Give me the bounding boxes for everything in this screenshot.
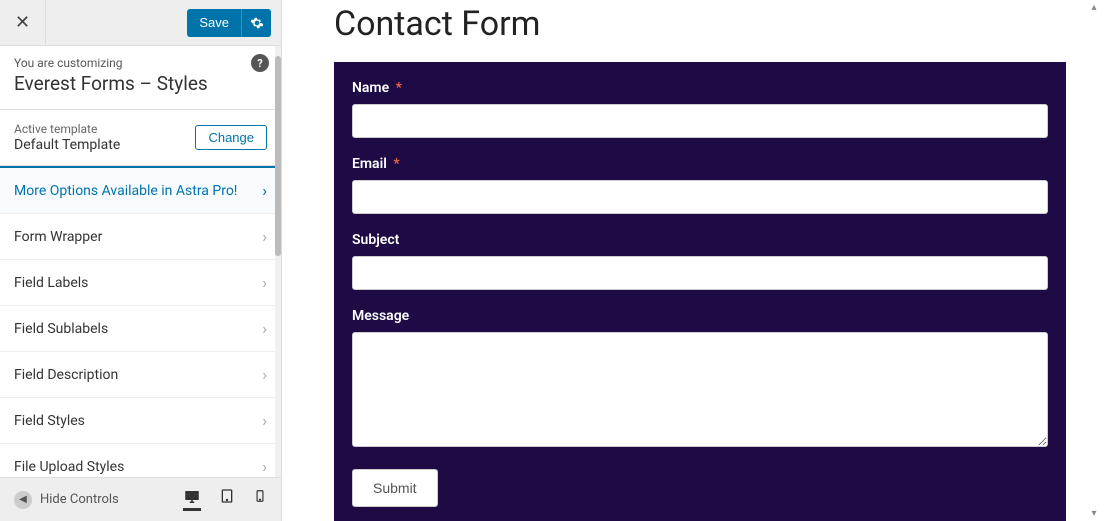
chevron-right-icon: › [262,411,267,430]
message-input[interactable] [352,332,1048,447]
section-item-label: More Options Available in Astra Pro! [14,183,237,199]
chevron-right-icon: › [262,273,267,292]
submit-button[interactable]: Submit [352,469,438,507]
customizing-label: You are customizing [14,56,267,70]
contact-form: Name * Email * Subject Message Submit [334,62,1066,521]
section-item-astra-pro[interactable]: More Options Available in Astra Pro! › [0,168,281,214]
required-indicator: * [396,80,402,96]
save-settings-button[interactable] [241,9,271,37]
chevron-right-icon: › [262,319,267,338]
section-list: More Options Available in Astra Pro! › F… [0,166,281,477]
hide-controls-label: Hide Controls [40,492,119,507]
scrollbar-thumb[interactable] [275,56,281,256]
required-indicator: * [393,156,399,172]
hide-controls-button[interactable]: ◀ Hide Controls [14,491,119,509]
chevron-right-icon: › [262,365,267,384]
help-icon[interactable]: ? [251,54,269,72]
close-button[interactable]: ✕ [0,0,46,46]
customizer-sidebar: ✕ Save You are customizing Everest Forms… [0,0,282,521]
section-item-label: Field Sublabels [14,321,108,337]
panel-header: You are customizing Everest Forms – Styl… [0,46,281,110]
chevron-right-icon: › [262,227,267,246]
chevron-right-icon: › [262,181,267,200]
device-preview-toggle [183,488,267,511]
sidebar-scrollbar[interactable] [275,46,281,477]
section-item-label: Field Styles [14,413,85,429]
sidebar-footer: ◀ Hide Controls [0,477,281,521]
save-group: Save [187,9,271,37]
field-label-subject: Subject [352,232,1048,248]
desktop-icon[interactable] [183,488,201,511]
section-item-field-sublabels[interactable]: Field Sublabels › [0,306,281,352]
field-email: Email * [352,156,1048,214]
change-template-button[interactable]: Change [195,125,267,150]
section-item-field-description[interactable]: Field Description › [0,352,281,398]
field-subject: Subject [352,232,1048,290]
section-item-field-styles[interactable]: Field Styles › [0,398,281,444]
section-item-form-wrapper[interactable]: Form Wrapper › [0,214,281,260]
chevron-right-icon: › [262,457,267,476]
label-text: Subject [352,232,399,248]
section-item-field-labels[interactable]: Field Labels › [0,260,281,306]
field-name: Name * [352,80,1048,138]
field-label-name: Name * [352,80,1048,96]
section-item-label: Field Labels [14,275,88,291]
preview-pane: Contact Form Name * Email * Subject Mes [282,0,1116,521]
field-message: Message [352,308,1048,451]
name-input[interactable] [352,104,1048,138]
panel-title: Everest Forms – Styles [14,72,267,95]
scroll-down-icon[interactable]: ▾ [1091,508,1096,519]
template-label: Active template [14,122,120,136]
subject-input[interactable] [352,256,1048,290]
page-title: Contact Form [334,4,1066,44]
close-icon: ✕ [15,12,30,33]
label-text: Email [352,156,387,172]
preview-scrollbar[interactable]: ▴ ▾ [1088,0,1100,521]
gear-icon [250,16,264,30]
section-item-file-upload-styles[interactable]: File Upload Styles › [0,444,281,477]
section-item-label: File Upload Styles [14,459,124,475]
sidebar-top-bar: ✕ Save [0,0,281,46]
active-template-row: Active template Default Template Change [0,110,281,166]
section-item-label: Field Description [14,367,118,383]
collapse-icon: ◀ [14,491,32,509]
template-value: Default Template [14,137,120,153]
field-label-email: Email * [352,156,1048,172]
label-text: Message [352,308,409,324]
field-label-message: Message [352,308,1048,324]
email-input[interactable] [352,180,1048,214]
save-button[interactable]: Save [187,9,241,37]
mobile-icon[interactable] [253,488,267,511]
section-item-label: Form Wrapper [14,229,102,245]
tablet-icon[interactable] [219,488,235,511]
scroll-up-icon[interactable]: ▴ [1091,2,1096,13]
label-text: Name [352,80,389,96]
